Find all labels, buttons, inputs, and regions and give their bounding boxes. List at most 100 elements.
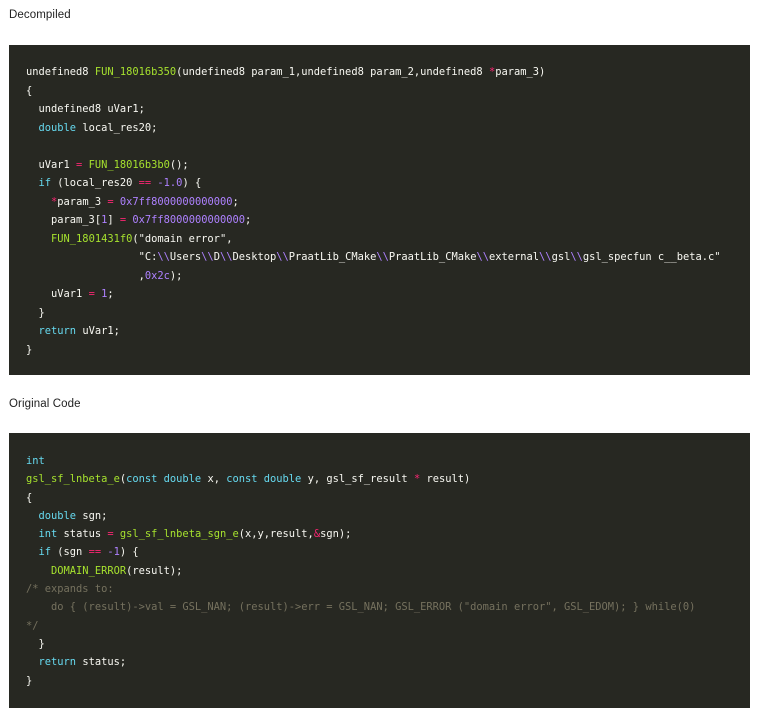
code-line: return status; (26, 653, 750, 671)
code-token: sgn); (320, 528, 352, 541)
code-token: uVar1 (26, 158, 77, 171)
code-token: do { (result)->val = GSL_NAN; (result)->… (26, 601, 696, 614)
code-token: Users (169, 251, 202, 263)
code-token: int (38, 528, 58, 541)
code-token: \\ (570, 251, 583, 263)
original-code-heading: Original Code (9, 398, 81, 410)
code-line: if (local_res20 == -1.0) { (26, 174, 750, 193)
code-token: "C: (26, 251, 158, 263)
code-token: == (88, 546, 102, 559)
code-token: (sgn (51, 546, 89, 559)
code-token: FUN_18016b350 (94, 66, 177, 78)
code-line: int status = gsl_sf_lnbeta_sgn_e(x,y,res… (26, 525, 750, 543)
code-token: 0x2c (144, 269, 170, 282)
code-line: param_3[1] = 0x7ff8000000000000; (26, 211, 750, 230)
code-line: } (26, 304, 750, 323)
code-token: , (26, 269, 145, 282)
code-line: */ (26, 617, 750, 635)
code-token: const (126, 473, 158, 486)
code-token: gsl (551, 251, 571, 263)
code-token: double (263, 473, 302, 486)
code-token: 0x7ff8000000000000 (119, 195, 233, 208)
code-token: result) (420, 473, 471, 486)
code-token: \\ (219, 251, 233, 263)
code-token: (); (169, 158, 189, 171)
code-line: } (26, 672, 750, 690)
code-line: undefined8 uVar1; (26, 100, 750, 119)
code-token: uVar1 (26, 288, 89, 300)
decompiled-heading: Decompiled (9, 9, 71, 21)
code-token: gsl_sf_lnbeta_sgn_e (119, 528, 239, 541)
code-line: double local_res20; (26, 119, 750, 138)
code-token: double (163, 473, 202, 486)
code-token: ] (107, 214, 120, 226)
code-line: int (26, 452, 750, 470)
code-token: } (26, 674, 33, 687)
code-token: Desktop (232, 251, 277, 263)
code-token: double (38, 121, 77, 134)
code-line: DOMAIN_ERROR(result); (26, 562, 750, 580)
code-line: if (sgn == -1) { (26, 543, 750, 561)
code-token: } (26, 637, 45, 650)
decompiled-code-block[interactable]: undefined8 FUN_18016b350(undefined8 para… (9, 45, 750, 375)
code-line: FUN_1801431f0("domain error", (26, 230, 750, 249)
code-line: ,0x2c); (26, 267, 750, 286)
code-token: status (57, 528, 108, 541)
code-token: 0x7ff8000000000000 (132, 214, 245, 226)
code-token: return (38, 656, 77, 669)
code-line: *param_3 = 0x7ff8000000000000; (26, 193, 750, 212)
code-token: \\ (276, 251, 289, 263)
code-token: const (226, 473, 258, 486)
code-token: \\ (157, 251, 170, 263)
code-token: param_3[ (26, 214, 102, 226)
code-token: ); (169, 269, 183, 282)
code-token: \\ (201, 251, 214, 263)
code-line: } (26, 635, 750, 653)
code-token: ; (245, 214, 252, 226)
code-token: x, (201, 473, 227, 486)
code-token: gsl_sf_lnbeta_e (26, 473, 120, 486)
code-token: ) { (182, 177, 202, 189)
code-token: if (38, 546, 52, 559)
code-token: (result); (126, 564, 183, 577)
code-line: do { (result)->val = GSL_NAN; (result)->… (26, 598, 750, 616)
code-token: FUN_1801431f0 (51, 232, 133, 245)
code-token: ; (232, 195, 239, 208)
code-token: status; (76, 656, 127, 669)
code-line: /* expands to: (26, 580, 750, 598)
code-token: PraatLib_CMake (288, 251, 377, 263)
code-token: -1.0 (157, 177, 183, 189)
code-token: -1 (107, 546, 120, 559)
code-token: /* expands to: (26, 583, 114, 596)
code-token: DOMAIN_ERROR (51, 564, 127, 577)
code-line: "C:\\Users\\D\\Desktop\\PraatLib_CMake\\… (26, 248, 750, 267)
code-line: uVar1 = 1; (26, 285, 750, 304)
code-token: param_3) (495, 66, 546, 78)
code-token: external (489, 251, 540, 263)
code-token: (undefined8 param_1,undefined8 param_2,u… (176, 66, 489, 78)
code-line: } (26, 341, 750, 360)
code-token: param_3 (57, 195, 108, 208)
original-code-block[interactable]: int gsl_sf_lnbeta_e(const double x, const… (9, 433, 750, 708)
code-token: undefined8 uVar1; (26, 103, 145, 115)
code-line: uVar1 = FUN_18016b3b0(); (26, 156, 750, 175)
code-line: gsl_sf_lnbeta_e(const double x, const do… (26, 470, 750, 488)
code-token: if (38, 177, 52, 189)
code-token: (local_res20 (51, 177, 139, 189)
code-token: return (38, 325, 77, 337)
code-token: ) { (119, 546, 139, 559)
code-line: undefined8 FUN_18016b350(undefined8 para… (26, 63, 750, 82)
code-token: sgn; (76, 509, 108, 522)
code-token: gsl_specfun c__beta.c" (582, 251, 721, 263)
code-token: local_res20; (76, 121, 158, 134)
code-token: double (38, 509, 77, 522)
code-token: uVar1; (76, 325, 120, 337)
